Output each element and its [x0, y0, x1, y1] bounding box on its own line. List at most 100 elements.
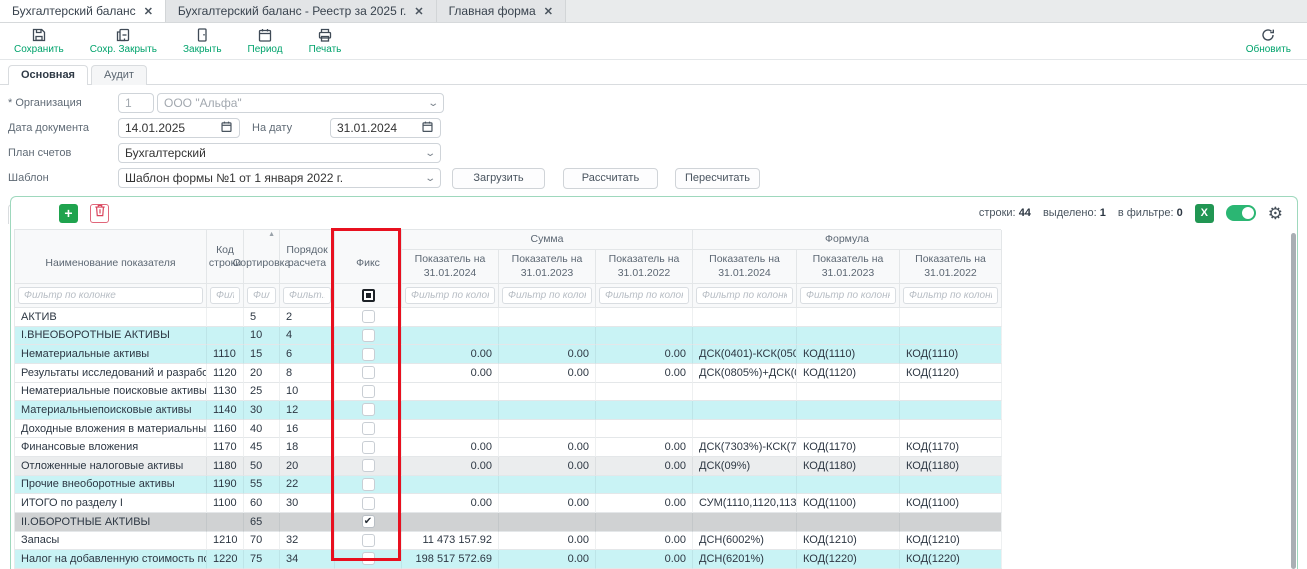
recalculate-button[interactable]: Пересчитать	[675, 168, 760, 189]
column-header-label: Показатель на 31.01.2022	[599, 253, 689, 279]
table-row[interactable]: Финансовые вложения117045180.000.000.00Д…	[14, 438, 1001, 457]
column-header-sort[interactable]: Сортировка▲	[244, 230, 280, 284]
grid-stats: строки: 44 выделено: 1 в фильтре: 0 X ⚙	[979, 204, 1283, 223]
filter-input-s2022[interactable]	[599, 287, 689, 304]
close-tab-icon[interactable]: ✕	[544, 5, 553, 18]
fix-checkbox[interactable]	[362, 534, 375, 547]
table-row[interactable]: ИТОГО по разделу I110060300.000.000.00СУ…	[14, 494, 1001, 513]
load-button[interactable]: Загрузить	[452, 168, 545, 189]
column-header-name[interactable]: Наименование показателя	[15, 230, 207, 284]
filter-input-name[interactable]	[18, 287, 203, 304]
calendar-icon[interactable]	[421, 120, 434, 136]
doc-date-field[interactable]: 14.01.2025	[118, 118, 240, 138]
cell-s2023	[499, 401, 596, 420]
fix-checkbox[interactable]	[362, 552, 375, 565]
filter-toggle[interactable]	[1226, 205, 1256, 221]
save-button[interactable]: Сохранить	[14, 27, 64, 55]
fix-checkbox-checked[interactable]: ✔	[362, 515, 375, 528]
plan-select[interactable]: Бухгалтерский ⌄	[118, 143, 441, 163]
fix-select-all-checkbox[interactable]	[362, 289, 375, 302]
table-row[interactable]: Результаты исследований и разработок1120…	[14, 364, 1001, 383]
column-header-fix[interactable]: Фикс	[335, 230, 402, 284]
filter-input-f2023[interactable]	[800, 287, 896, 304]
gear-icon[interactable]: ⚙	[1268, 205, 1283, 222]
filter-input-code[interactable]	[210, 287, 240, 304]
org-name-select[interactable]: ООО "Альфа" ⌄	[157, 93, 444, 113]
table-row[interactable]: II.ОБОРОТНЫЕ АКТИВЫ65✔	[14, 513, 1001, 532]
table-row[interactable]: Материальныепоисковые активы11403012	[14, 401, 1001, 420]
save-close-button[interactable]: Сохр. Закрыть	[90, 27, 157, 55]
fix-checkbox[interactable]	[362, 459, 375, 472]
chevron-down-icon: ⌄	[427, 98, 439, 109]
filter-input-order[interactable]	[283, 287, 331, 304]
fix-checkbox[interactable]	[362, 310, 375, 323]
table-row[interactable]: АКТИВ52	[14, 308, 1001, 327]
column-header-s2023[interactable]: Показатель на 31.01.2023	[499, 250, 596, 284]
close-button[interactable]: Закрыть	[183, 27, 222, 55]
fix-checkbox[interactable]	[362, 348, 375, 361]
cell-order: 22	[280, 476, 335, 495]
refresh-button[interactable]: Обновить	[1246, 27, 1291, 55]
fix-checkbox[interactable]	[362, 497, 375, 510]
tab-main[interactable]: Основная	[8, 65, 88, 85]
fix-checkbox[interactable]	[362, 441, 375, 454]
table-row[interactable]: Прочие внеоборотные активы11905522	[14, 476, 1001, 495]
table-row[interactable]: Нематериальные поисковые активы11302510	[14, 383, 1001, 402]
vertical-scrollbar[interactable]	[1291, 233, 1296, 569]
table-row[interactable]: Отложенные налоговые активы118050200.000…	[14, 457, 1001, 476]
fix-checkbox[interactable]	[362, 422, 375, 435]
column-header-order[interactable]: Порядок расчета	[280, 230, 335, 284]
calculate-button[interactable]: Рассчитать	[563, 168, 658, 189]
form-body: * Организация 1 ООО "Альфа" ⌄ Дата докум…	[0, 85, 1307, 199]
fix-checkbox[interactable]	[362, 366, 375, 379]
close-tab-icon[interactable]: ✕	[144, 5, 153, 18]
close-tab-icon[interactable]: ✕	[414, 5, 423, 18]
column-header-f2022[interactable]: Показатель на 31.01.2022	[900, 250, 1002, 284]
cell-s2022	[596, 401, 693, 420]
column-header-s2022[interactable]: Показатель на 31.01.2022	[596, 250, 693, 284]
cell-name: Запасы	[15, 532, 207, 551]
fix-checkbox[interactable]	[362, 403, 375, 416]
cell-code	[207, 513, 244, 532]
cell-code: 1140	[207, 401, 244, 420]
table-row[interactable]: Налог на добавленную стоимость по пр...1…	[14, 550, 1001, 569]
template-select[interactable]: Шаблон формы №1 от 1 января 2022 г. ⌄	[118, 168, 441, 188]
column-header-s2024[interactable]: Показатель на 31.01.2024	[402, 250, 499, 284]
cell-s2022: 0.00	[596, 532, 693, 551]
table-row[interactable]: Нематериальные активы11101560.000.000.00…	[14, 345, 1001, 364]
period-button[interactable]: Период	[248, 27, 283, 55]
cell-s2023: 0.00	[499, 494, 596, 513]
table-row[interactable]: I.ВНЕОБОРОТНЫЕ АКТИВЫ104	[14, 327, 1001, 346]
excel-export-button[interactable]: X	[1195, 204, 1214, 223]
org-label: * Организация	[8, 97, 118, 109]
cell-fix	[335, 383, 402, 402]
table-row[interactable]: Доходные вложения в материальные ц...116…	[14, 420, 1001, 439]
delete-row-button[interactable]	[90, 204, 109, 223]
filter-input-s2024[interactable]	[405, 287, 495, 304]
fix-checkbox[interactable]	[362, 478, 375, 491]
cell-name: I.ВНЕОБОРОТНЫЕ АКТИВЫ	[15, 327, 207, 346]
filter-input-s2023[interactable]	[502, 287, 592, 304]
cell-f2022	[900, 401, 1002, 420]
column-header-f2024[interactable]: Показатель на 31.01.2024	[693, 250, 797, 284]
cell-sort: 20	[244, 364, 280, 383]
fix-checkbox[interactable]	[362, 385, 375, 398]
window-tab-balance[interactable]: Бухгалтерский баланс ✕	[0, 0, 166, 22]
cell-f2022	[900, 420, 1002, 439]
table-row[interactable]: Запасы1210703211 473 157.920.000.00ДСН(6…	[14, 532, 1001, 551]
column-header-f2023[interactable]: Показатель на 31.01.2023	[797, 250, 900, 284]
filter-input-sort[interactable]	[247, 287, 276, 304]
filter-input-f2024[interactable]	[696, 287, 793, 304]
on-date-field[interactable]: 31.01.2024	[330, 118, 441, 138]
window-tab-registry[interactable]: Бухгалтерский баланс - Реестр за 2025 г.…	[166, 0, 437, 22]
data-grid: СуммаФормулаНаименование показателяКод с…	[14, 229, 1001, 569]
org-code-field[interactable]: 1	[118, 93, 154, 113]
print-button[interactable]: Печать	[309, 27, 342, 55]
tab-audit[interactable]: Аудит	[91, 65, 147, 85]
calendar-icon[interactable]	[220, 120, 233, 136]
fix-checkbox[interactable]	[362, 329, 375, 342]
cell-f2022: КОД(1180)	[900, 457, 1002, 476]
filter-input-f2022[interactable]	[903, 287, 998, 304]
add-row-button[interactable]: +	[59, 204, 78, 223]
window-tab-main-form[interactable]: Главная форма ✕	[437, 0, 566, 22]
